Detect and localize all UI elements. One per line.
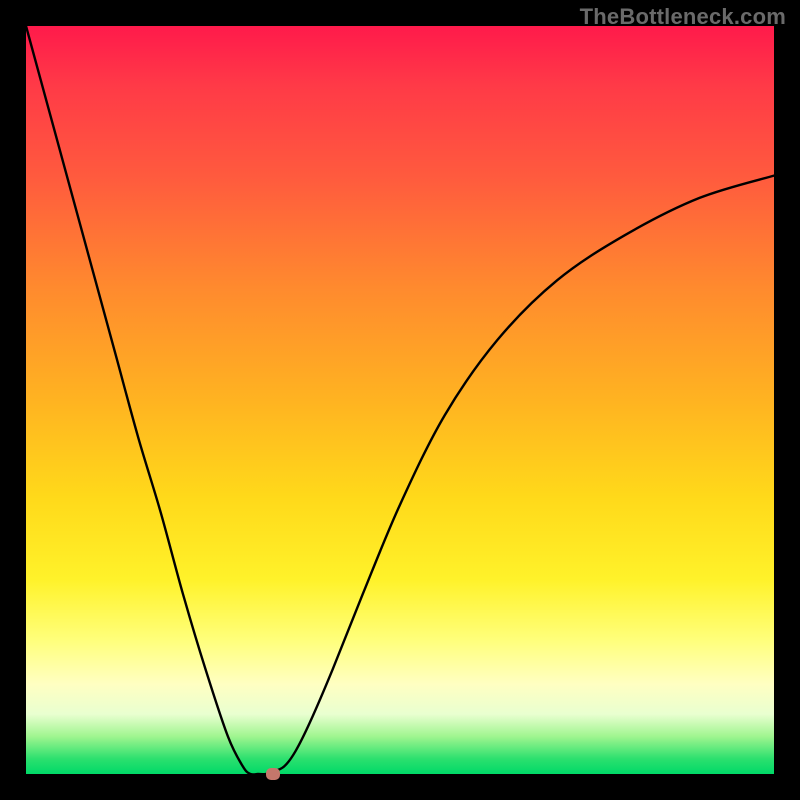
optimal-point-marker (266, 768, 280, 780)
chart-frame: TheBottleneck.com (0, 0, 800, 800)
bottleneck-curve (26, 26, 774, 774)
plot-wrap (26, 26, 774, 774)
